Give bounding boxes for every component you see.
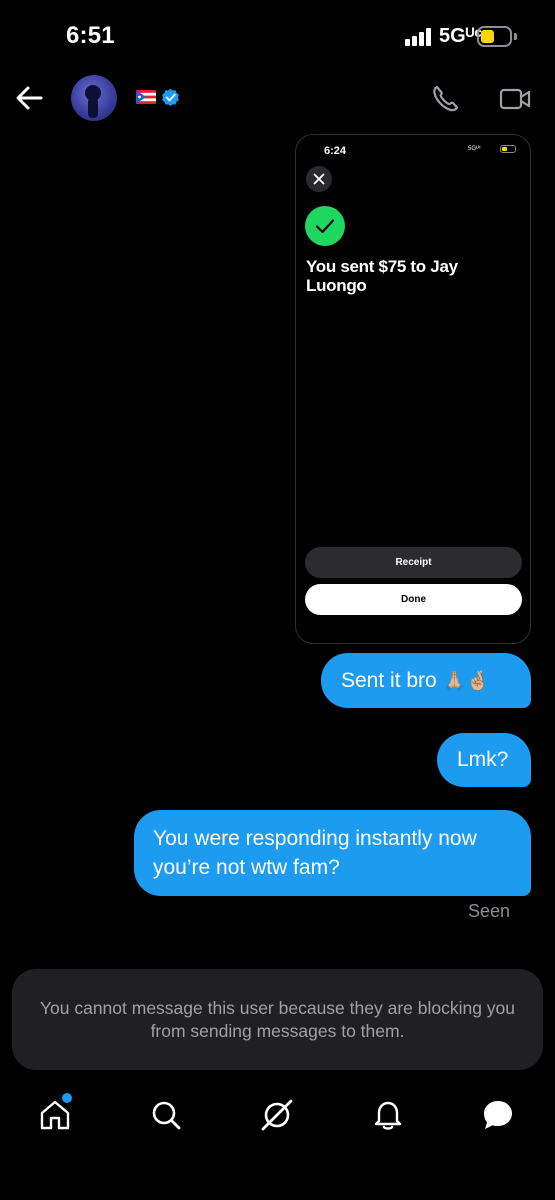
messages-icon[interactable]	[481, 1098, 515, 1132]
attachment-status-network: 5Gᵁᶜ	[468, 146, 481, 152]
blocked-notice: You cannot message this user because the…	[12, 969, 543, 1070]
message-bubble[interactable]: Sent it bro 🙏🏼🤞🏼	[321, 653, 531, 708]
message-bubble[interactable]: Lmk?	[437, 733, 531, 787]
message-emoji: 🙏🏼🤞🏼	[442, 671, 490, 692]
network-label: 5Gᵁᶜ	[439, 25, 482, 47]
status-time: 6:51	[66, 22, 115, 49]
receipt-button: Receipt	[305, 547, 522, 578]
battery-icon	[477, 26, 517, 48]
message-bubble[interactable]: You were responding instantly now you’re…	[134, 810, 531, 896]
attachment-image[interactable]: 6:24 5Gᵁᶜ You sent $75 to Jay Luongo Rec…	[295, 134, 531, 644]
phone-icon[interactable]	[431, 85, 461, 113]
verified-badge-icon	[162, 88, 179, 107]
notification-dot	[62, 1093, 72, 1103]
check-icon	[305, 206, 345, 246]
notifications-icon[interactable]	[371, 1098, 405, 1132]
arrow-left-icon[interactable]	[14, 84, 44, 112]
seen-label: Seen	[468, 901, 511, 921]
search-icon[interactable]	[149, 1098, 183, 1132]
home-icon[interactable]	[38, 1098, 72, 1132]
done-button: Done	[305, 584, 522, 615]
puerto-rico-flag	[136, 90, 156, 104]
blocked-notice-text: You cannot message this user because the…	[39, 997, 516, 1041]
attachment-status-time: 6:24	[324, 145, 347, 157]
attachment-battery-icon	[500, 145, 516, 153]
avatar[interactable]	[71, 75, 117, 121]
message-text: Lmk?	[457, 748, 509, 771]
video-camera-icon[interactable]	[499, 87, 531, 111]
close-icon	[306, 166, 332, 192]
attachment-title: You sent $75 to Jay Luongo	[306, 257, 458, 295]
message-text: Sent it bro	[341, 669, 437, 692]
message-text: You were responding instantly now you’re…	[153, 827, 477, 879]
grok-icon[interactable]	[260, 1098, 294, 1132]
signal-icon	[405, 28, 433, 46]
